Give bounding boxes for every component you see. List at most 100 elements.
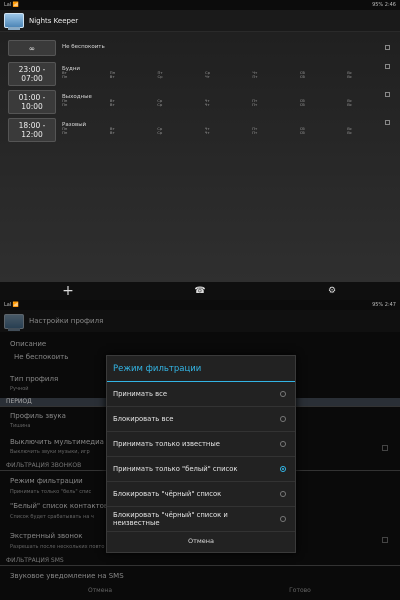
status-left: Lal 📶 — [4, 2, 20, 8]
weekdays: Вт Пн Пн Вт Пт Ср Ср Чт Чт Пт Сб Сб Вс Вс — [62, 71, 352, 79]
status-bar: Lal 📶 95% 2:46 — [0, 0, 400, 10]
cancel-button[interactable]: Отмена — [0, 582, 200, 600]
multimedia-label[interactable]: Выключить мультимедиа — [10, 438, 104, 446]
profile-checkbox[interactable] — [385, 120, 390, 125]
profile-list: ∞ Не беспокоить 23:00 -07:00 Будни Вт Пн Пн Вт П… — [0, 32, 400, 282]
white-list-sub: Список будет срабатывать на ч — [10, 514, 94, 520]
weekday-bottom: Чт — [204, 74, 210, 79]
weekday: Ср Ср — [157, 127, 162, 135]
sound-profile-label[interactable]: Профиль звука — [10, 412, 66, 420]
status-right-2: 95% 2:47 — [372, 302, 396, 308]
weekday: Вт Пн — [62, 71, 67, 79]
filter-option-label: Принимать только "белый" список — [113, 465, 238, 473]
weekday: Сб Сб — [300, 71, 305, 79]
weekday: Пт Пт — [252, 127, 257, 135]
done-button[interactable]: Готово — [200, 582, 400, 600]
weekday: Сб Сб — [300, 99, 305, 107]
profile-row[interactable]: 01:00 -10:00 Выходные Пн Пн Вт Вт Ср Ср Чт Чт Пт Пт… — [8, 90, 392, 114]
profile-type-value: Ручной — [10, 386, 29, 392]
description-value: Не беспокоить — [14, 353, 69, 361]
emergency-label[interactable]: Экстренный звонок — [10, 532, 82, 540]
footer-buttons: Отмена Готово — [0, 582, 400, 600]
profile-time[interactable]: ∞ — [8, 40, 56, 56]
weekday: Вт Вт — [110, 99, 115, 107]
weekday: Вс Вс — [347, 127, 352, 135]
filter-option[interactable]: Блокировать "чёрный" список и неизвестны… — [107, 507, 295, 532]
profile-row[interactable]: 18:00 -12:00 Разовый Пн Пн Вт Вт Ср Ср Чт Чт Пт Пт С… — [8, 118, 392, 142]
time-start: 18:00 - — [18, 121, 46, 130]
emergency-checkbox[interactable] — [382, 537, 388, 543]
radio-button[interactable] — [280, 466, 286, 472]
filter-option[interactable]: Блокировать "чёрный" список — [107, 482, 295, 507]
time-end: 12:00 — [21, 130, 43, 139]
sound-profile-value: Тишина — [10, 423, 31, 429]
profile-row[interactable]: ∞ Не беспокоить — [8, 40, 392, 56]
filter-option[interactable]: Принимать все — [107, 382, 295, 407]
action-bar-2: Настройки профиля — [0, 310, 400, 332]
app-title: Nights Keeper — [29, 16, 79, 25]
filter-mode-label[interactable]: Режим фильтрации — [10, 477, 83, 485]
filter-mode-dialog: Режим фильтрации Принимать все Блокироват… — [106, 355, 296, 553]
weekday-bottom: Вт — [109, 130, 115, 135]
weekday: Чт Чт — [205, 127, 210, 135]
filter-option-label: Принимать все — [113, 390, 168, 398]
weekday: Вс Вс — [347, 99, 352, 107]
profile-checkbox[interactable] — [385, 92, 390, 97]
weekday-bottom: Вс — [347, 102, 352, 107]
radio-button[interactable] — [280, 441, 286, 447]
weekday-bottom: Вс — [347, 74, 352, 79]
status-bar-2: Lal 📶 95% 2:47 — [0, 300, 400, 310]
profile-checkbox[interactable] — [385, 45, 390, 50]
dialog-cancel-button[interactable]: Отмена — [107, 532, 295, 550]
white-list-label[interactable]: "Белый" список контактов — [10, 502, 108, 510]
settings-title: Настройки профиля — [29, 317, 104, 325]
filter-option-label: Блокировать "чёрный" список — [113, 490, 222, 498]
weekday: Чт Чт — [205, 99, 210, 107]
weekday-bottom: Чт — [204, 130, 210, 135]
weekday-bottom: Пт — [252, 74, 258, 79]
profile-time[interactable]: 18:00 -12:00 — [8, 118, 56, 142]
weekday-bottom: Сб — [299, 130, 305, 135]
filter-option[interactable]: Блокировать все — [107, 407, 295, 432]
emergency-sub: Разрешать после нескольких повто — [10, 544, 105, 550]
weekday: Ср Чт — [205, 71, 210, 79]
profile-checkbox[interactable] — [385, 64, 390, 69]
bottom-toolbar: + ☎ ⚙ — [0, 282, 400, 300]
radio-button[interactable] — [280, 491, 286, 497]
weekday-bottom: Пн — [62, 74, 68, 79]
weekday: Пн Пн — [62, 127, 67, 135]
filter-option[interactable]: Принимать только "белый" список — [107, 457, 295, 482]
settings-sliders-icon[interactable]: ⚙ — [324, 285, 340, 297]
radio-button[interactable] — [280, 416, 286, 422]
description-label[interactable]: Описание — [10, 340, 46, 348]
radio-button[interactable] — [280, 516, 286, 522]
profile-time[interactable]: 01:00 -10:00 — [8, 90, 56, 114]
weekday-bottom: Чт — [204, 102, 210, 107]
time-end: 07:00 — [21, 74, 43, 83]
filter-mode-sub: Принимать только "бель" спис — [10, 489, 92, 495]
add-icon[interactable]: + — [60, 284, 76, 298]
multimedia-checkbox[interactable] — [382, 445, 388, 451]
weekday-bottom: Вт — [109, 74, 115, 79]
profile-row[interactable]: 23:00 -07:00 Будни Вт Пн Пн Вт Пт Ср Ср Чт Чт Пт Сб С… — [8, 62, 392, 86]
radio-button[interactable] — [280, 391, 286, 397]
filter-option-label: Блокировать все — [113, 415, 174, 423]
filter-option-label: Принимать только известные — [113, 440, 220, 448]
sms-sound-label[interactable]: Звуковое уведомление на SMS — [10, 572, 124, 580]
weekday: Пн Вт — [110, 71, 115, 79]
weekday: Вт Вт — [110, 127, 115, 135]
status-left-2: Lal 📶 — [4, 302, 20, 308]
phone-icon[interactable]: ☎ — [192, 285, 208, 297]
app-logo-icon[interactable] — [4, 13, 24, 30]
profile-time[interactable]: 23:00 -07:00 — [8, 62, 56, 86]
profile-name: Не беспокоить — [62, 44, 105, 50]
weekdays: Пн Пн Вт Вт Ср Ср Чт Чт Пт Пт Сб Сб Вс Вс — [62, 127, 352, 135]
filter-option[interactable]: Принимать только известные — [107, 432, 295, 457]
time-start: 23:00 - — [18, 65, 46, 74]
weekday-bottom: Вт — [109, 102, 115, 107]
weekday-bottom: Пн — [62, 130, 68, 135]
weekday: Пн Пн — [62, 99, 67, 107]
profile-type-label[interactable]: Тип профиля — [10, 375, 58, 383]
app-logo-icon-2[interactable] — [4, 313, 24, 331]
weekdays: Пн Пн Вт Вт Ср Ср Чт Чт Пт Пт Сб Сб Вс Вс — [62, 99, 352, 107]
